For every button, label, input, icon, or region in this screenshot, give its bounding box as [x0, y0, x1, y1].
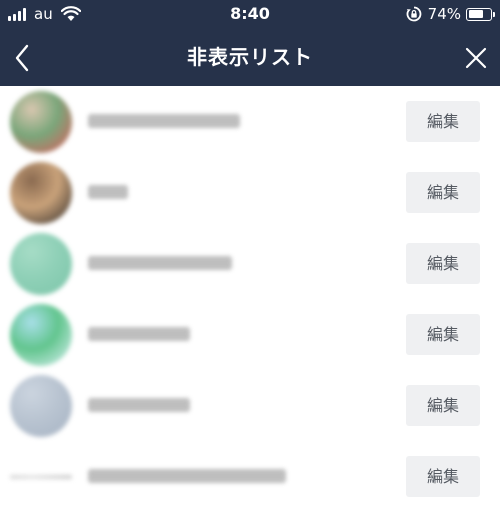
- edit-button[interactable]: 編集: [406, 101, 480, 142]
- friend-name: [88, 256, 232, 270]
- list-item[interactable]: 編集: [0, 86, 500, 157]
- list-item[interactable]: 編集: [0, 299, 500, 370]
- list-item[interactable]: 編集: [0, 157, 500, 228]
- edit-button[interactable]: 編集: [406, 456, 480, 497]
- edit-button[interactable]: 編集: [406, 172, 480, 213]
- list-item[interactable]: 編集: [0, 441, 500, 512]
- edit-button[interactable]: 編集: [406, 243, 480, 284]
- status-right: 74%: [406, 5, 495, 23]
- friend-name: [88, 114, 240, 128]
- status-bar: au 8:40 74%: [0, 0, 500, 30]
- avatar[interactable]: [10, 304, 72, 366]
- page-title: 非表示リスト: [187, 45, 313, 69]
- edit-button[interactable]: 編集: [406, 314, 480, 355]
- avatar[interactable]: [10, 233, 72, 295]
- battery-percentage: 74%: [427, 5, 461, 23]
- avatar[interactable]: [10, 91, 72, 153]
- battery-icon: [466, 7, 495, 21]
- hidden-friends-list: 編集 編集 編集 編集 編集 編集: [0, 86, 500, 512]
- list-item[interactable]: 編集: [0, 370, 500, 441]
- nav-bar: 非表示リスト: [0, 30, 500, 86]
- friend-name: [88, 185, 128, 199]
- friend-name: [88, 327, 190, 341]
- avatar[interactable]: [10, 375, 72, 437]
- close-button[interactable]: [452, 30, 500, 86]
- friend-name: [88, 398, 190, 412]
- avatar[interactable]: [10, 475, 72, 479]
- orientation-lock-icon: [406, 6, 422, 22]
- app-header: au 8:40 74% 非表示リスト: [0, 0, 500, 86]
- close-icon: [465, 47, 487, 69]
- avatar[interactable]: [10, 162, 72, 224]
- edit-button[interactable]: 編集: [406, 385, 480, 426]
- list-item[interactable]: 編集: [0, 228, 500, 299]
- friend-name: [88, 469, 286, 483]
